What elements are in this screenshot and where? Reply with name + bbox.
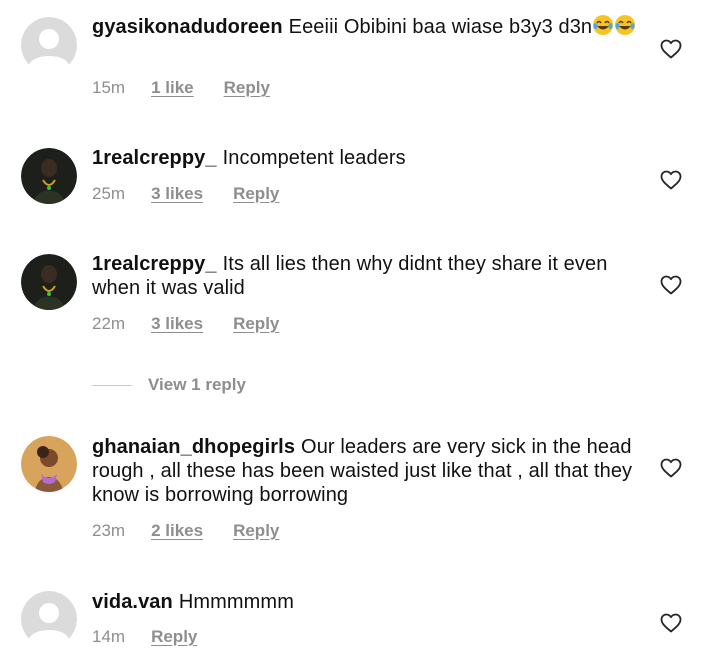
heart-outline-icon[interactable]	[659, 611, 683, 635]
heart-outline-icon[interactable]	[659, 273, 683, 297]
comment-timestamp: 14m	[92, 627, 126, 646]
reply-button[interactable]: Reply	[151, 626, 197, 648]
face-with-tears-of-joy-emoji	[592, 14, 614, 42]
comment-body: Incompetent leaders	[222, 147, 406, 169]
comment-username[interactable]: 1realcreppy_	[92, 253, 217, 275]
comment-body: Eeeiii Obibini baa wiase b3y3 d3n	[288, 16, 593, 38]
default-avatar-icon[interactable]	[21, 591, 77, 647]
heart-outline-icon[interactable]	[659, 168, 683, 192]
face-with-tears-of-joy-emoji	[614, 14, 636, 42]
view-replies-button[interactable]: View 1 reply	[92, 374, 246, 396]
heart-outline-icon[interactable]	[659, 37, 683, 61]
comment-text: 1realcreppy_ Incompetent leaders	[92, 146, 652, 170]
reply-button[interactable]: Reply	[224, 77, 270, 99]
likes-count-link[interactable]: 3 likes	[151, 313, 203, 335]
likes-count-link[interactable]: 1 like	[151, 77, 194, 99]
comment-text: 1realcreppy_ Its all lies then why didnt …	[92, 252, 652, 300]
comment-text: gyasikonadudoreen Eeeiii Obibini baa wias…	[92, 14, 652, 42]
comment-meta: 22m 3 likes Reply	[92, 313, 309, 335]
comment-meta: 14m Reply	[92, 626, 227, 648]
view-replies-label: View 1 reply	[148, 375, 246, 394]
comment-body: Hmmmmmm	[178, 591, 294, 613]
comment-username[interactable]: 1realcreppy_	[92, 147, 217, 169]
likes-count-link[interactable]: 3 likes	[151, 183, 203, 205]
comment-meta: 25m 3 likes Reply	[92, 183, 309, 205]
comment-timestamp: 15m	[92, 78, 126, 97]
likes-count-link[interactable]: 2 likes	[151, 520, 203, 542]
avatar[interactable]	[21, 148, 77, 204]
comment-username[interactable]: gyasikonadudoreen	[92, 16, 283, 38]
comment-timestamp: 25m	[92, 184, 126, 203]
default-avatar-icon[interactable]	[21, 17, 77, 73]
avatar[interactable]	[21, 254, 77, 310]
comment-text: vida.van Hmmmmmm	[92, 590, 652, 614]
heart-outline-icon[interactable]	[659, 456, 683, 480]
comment-timestamp: 22m	[92, 314, 126, 333]
comment-meta: 15m 1 like Reply	[92, 77, 300, 99]
reply-button[interactable]: Reply	[233, 183, 279, 205]
comment-username[interactable]: ghanaian_dhopegirls	[92, 436, 295, 458]
comment-text: ghanaian_dhopegirls Our leaders are very …	[92, 435, 652, 507]
avatar[interactable]	[21, 436, 77, 492]
reply-button[interactable]: Reply	[233, 520, 279, 542]
comment-username[interactable]: vida.van	[92, 591, 173, 613]
reply-button[interactable]: Reply	[233, 313, 279, 335]
comment-meta: 23m 2 likes Reply	[92, 520, 309, 542]
comment-timestamp: 23m	[92, 521, 126, 540]
divider-line	[92, 384, 132, 386]
